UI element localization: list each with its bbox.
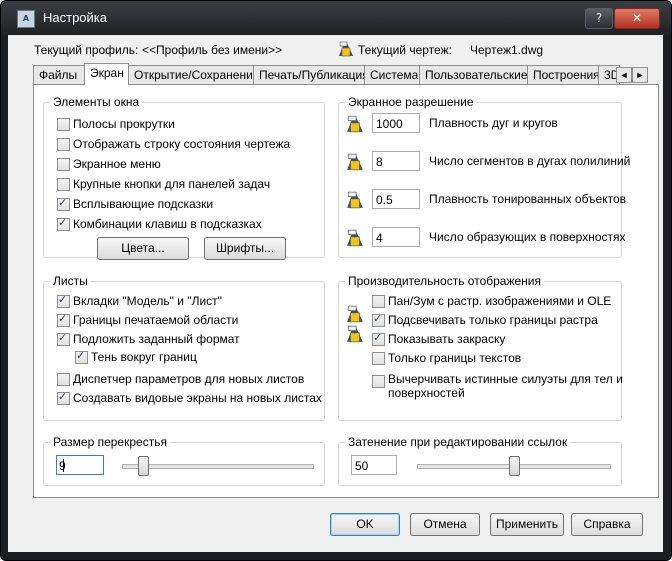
tab-user-preferences[interactable]: Пользовательские <box>419 65 528 84</box>
contour-lines-input[interactable]: 4 <box>372 227 420 247</box>
option-label: Тень вокруг границ <box>91 350 197 364</box>
tab-scroll-right-icon[interactable]: ► <box>632 67 648 83</box>
tab-drafting[interactable]: Построения <box>527 65 600 84</box>
display-tab-panel: Элементы окна Полосы прокрутки Отображат… <box>33 84 659 498</box>
checkbox[interactable] <box>372 295 385 308</box>
text-caret <box>63 459 64 472</box>
checkbox[interactable] <box>57 293 70 308</box>
display-performance-title: Производительность отображения <box>345 274 545 288</box>
option-label: Создавать видовые экраны на новых листах <box>73 391 322 405</box>
display-resolution-title: Экранное разрешение <box>345 95 477 109</box>
xref-fading-group: Затенение при редактировании ссылок 50 <box>338 435 622 486</box>
checkbox[interactable] <box>57 178 70 191</box>
checkbox[interactable] <box>57 331 70 346</box>
arc-smoothness-label: Плавность дуг и кругов <box>429 116 558 130</box>
checkbox[interactable] <box>57 312 70 327</box>
option-label: Пан/Зум с растр. изображениями и OLE <box>388 294 612 308</box>
checkbox[interactable] <box>372 312 385 327</box>
option-label: Отображать строку состояния чертежа <box>73 137 291 151</box>
current-profile-value: <<Профиль без имени>> <box>142 43 283 57</box>
drawing-icon <box>339 41 353 57</box>
display-performance-group: Производительность отображения Пан/Зум с… <box>338 274 623 421</box>
option-label: Подсвечивать только границы растра <box>388 313 598 327</box>
colors-button[interactable]: Цвета... <box>97 237 189 260</box>
option-label: Вкладки "Модель" и "Лист" <box>73 294 222 308</box>
drawing-setting-icon <box>347 229 363 247</box>
option-label: Показывать закраску <box>388 332 506 346</box>
autocad-app-icon: A <box>17 10 35 28</box>
crosshair-size-input[interactable]: 9 <box>56 455 104 475</box>
crosshair-size-slider-thumb[interactable] <box>138 456 150 476</box>
xref-fading-slider-thumb[interactable] <box>508 456 520 476</box>
window-elements-group: Элементы окна Полосы прокрутки Отображат… <box>43 95 325 260</box>
option-label-line2: поверхностей <box>388 386 465 400</box>
current-drawing-value: Чертеж1.dwg <box>470 43 544 57</box>
window-elements-title: Элементы окна <box>50 95 143 109</box>
options-dialog-window: A Настройка ? ✕ Текущий профиль: <<Профи… <box>0 0 672 561</box>
xref-fading-title: Затенение при редактировании ссылок <box>345 435 571 449</box>
tab-plot-publish[interactable]: Печать/Публикация <box>253 65 369 84</box>
apply-button[interactable]: Применить <box>490 513 564 536</box>
title-bar[interactable]: A Настройка ? ✕ <box>1 1 671 35</box>
checkbox[interactable] <box>75 349 88 364</box>
crosshair-size-group: Размер перекрестья 9 <box>43 435 325 486</box>
rendered-smoothness-label: Плавность тонированных объектов <box>429 192 627 206</box>
current-profile-label: Текущий профиль: <box>34 43 139 57</box>
option-label: Диспетчер параметров для новых листов <box>73 372 305 386</box>
layout-elements-group: Листы Вкладки "Модель" и "Лист" Границы … <box>43 274 325 421</box>
checkbox[interactable] <box>57 138 70 151</box>
polyline-segments-label: Число сегментов в дугах полилиний <box>429 154 631 168</box>
tab-files[interactable]: Файлы <box>33 65 85 84</box>
checkbox[interactable] <box>57 216 70 231</box>
close-window-button[interactable]: ✕ <box>614 8 660 29</box>
rendered-smoothness-input[interactable]: 0.5 <box>372 189 420 209</box>
display-resolution-group: Экранное разрешение 1000 Плавность дуг и… <box>338 95 630 258</box>
checkbox[interactable] <box>57 196 70 211</box>
checkbox[interactable] <box>372 375 385 388</box>
drawing-setting-icon <box>347 325 363 343</box>
crosshair-size-slider-track[interactable] <box>122 464 314 469</box>
xref-fading-input[interactable]: 50 <box>351 455 397 475</box>
checkbox[interactable] <box>57 390 70 405</box>
option-label-line1: Вычерчивать истинные силуэты для тел и <box>388 372 623 386</box>
checkbox[interactable] <box>372 331 385 346</box>
drawing-setting-icon <box>347 305 363 323</box>
arc-smoothness-input[interactable]: 1000 <box>372 113 420 133</box>
drawing-setting-icon <box>347 191 363 209</box>
tab-scroll-left-icon[interactable]: ◄ <box>616 67 632 83</box>
checkbox[interactable] <box>57 373 70 386</box>
checkbox[interactable] <box>372 352 385 365</box>
help-title-button[interactable]: ? <box>585 8 613 29</box>
current-drawing-label: Текущий чертеж: <box>358 43 452 57</box>
tab-system[interactable]: Система <box>364 65 420 84</box>
option-label: Подложить заданный формат <box>73 332 240 346</box>
option-label: Всплывающие подсказки <box>73 197 214 211</box>
window-title: Настройка <box>43 10 107 25</box>
polyline-segments-input[interactable]: 8 <box>372 151 420 171</box>
layout-elements-title: Листы <box>50 274 91 288</box>
option-label: Крупные кнопки для панелей задач <box>73 177 271 191</box>
tab-display[interactable]: Экран <box>84 63 129 85</box>
cancel-button[interactable]: Отмена <box>410 513 480 536</box>
crosshair-size-title: Размер перекрестья <box>50 435 170 449</box>
tab-open-save[interactable]: Открытие/Сохранение <box>128 65 259 84</box>
option-label: Полосы прокрутки <box>73 117 175 131</box>
checkbox[interactable] <box>57 158 70 171</box>
checkbox[interactable] <box>57 118 70 131</box>
dialog-client-area: Текущий профиль: <<Профиль без имени>> Т… <box>8 35 663 552</box>
option-label: Комбинации клавиш в подсказках <box>73 217 262 231</box>
help-button[interactable]: Справка <box>571 513 643 536</box>
drawing-setting-icon <box>347 153 363 171</box>
fonts-button[interactable]: Шрифты... <box>204 237 286 260</box>
option-label: Экранное меню <box>73 157 161 171</box>
option-label: Границы печатаемой области <box>73 313 239 327</box>
drawing-setting-icon <box>347 115 363 133</box>
ok-button[interactable]: OK <box>330 513 400 536</box>
contour-lines-label: Число образующих в поверхностях <box>429 230 626 244</box>
option-label: Только границы текстов <box>388 351 522 365</box>
